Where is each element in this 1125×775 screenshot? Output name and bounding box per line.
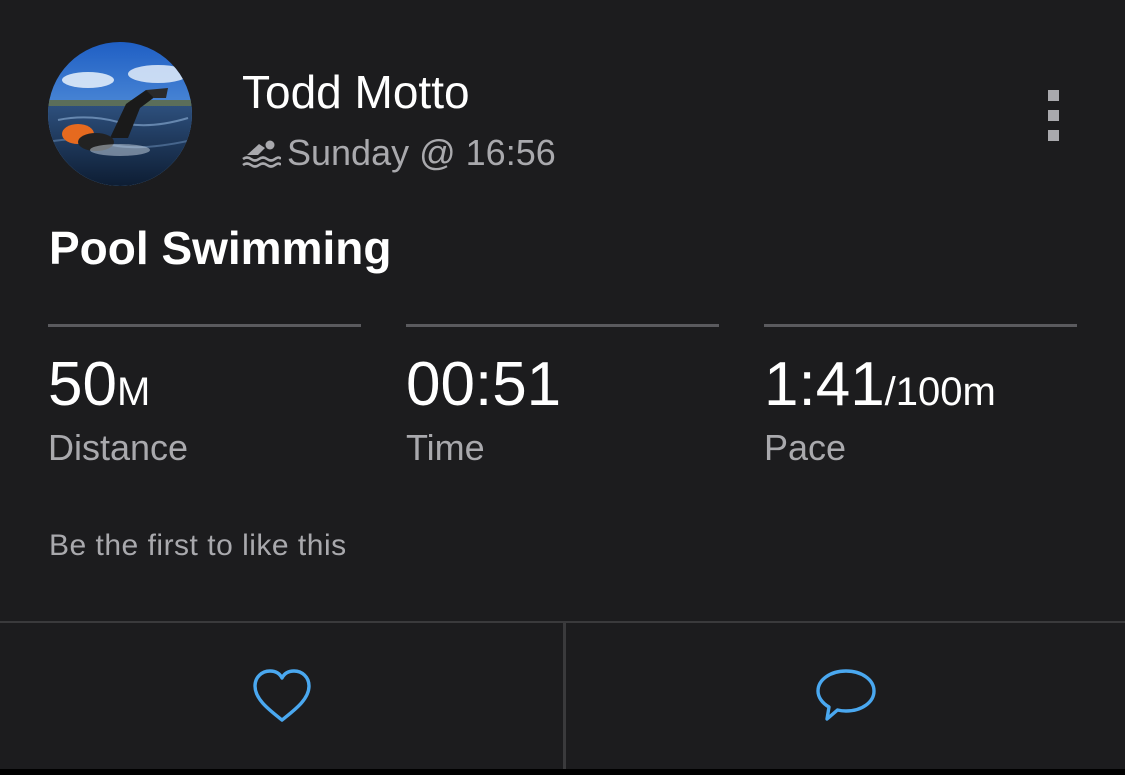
stat-unit: M <box>116 370 151 414</box>
likes-summary[interactable]: Be the first to like this <box>49 527 347 565</box>
comment-button[interactable] <box>566 623 1125 769</box>
swimmer-icon <box>242 140 281 168</box>
user-name[interactable]: Todd Motto <box>242 64 470 120</box>
menu-dot <box>1048 90 1059 101</box>
menu-dot <box>1048 110 1059 121</box>
activity-meta: Sunday @ 16:56 <box>241 130 556 176</box>
stat-label: Pace <box>764 427 847 468</box>
activity-title[interactable]: Pool Swimming <box>49 220 391 276</box>
stat-value: 00:51 <box>406 353 719 424</box>
avatar[interactable] <box>48 42 192 186</box>
stat-number: 50 <box>48 350 117 419</box>
activity-card: Todd Motto Sunday @ 16:56 Pool Swimming … <box>0 0 1125 775</box>
stat-unit: /100m <box>884 370 996 414</box>
heart-icon <box>252 669 311 722</box>
stat-pace: 1:41/100m Pace <box>764 324 1077 470</box>
action-bar <box>0 621 1125 771</box>
stat-distance: 50M Distance <box>48 324 361 470</box>
bottom-edge <box>0 769 1125 775</box>
avatar-photo <box>48 42 192 186</box>
stat-label: Distance <box>48 427 189 468</box>
more-options-button[interactable] <box>1036 86 1072 146</box>
stat-number: 1:41 <box>764 350 885 419</box>
activity-time: Sunday @ 16:56 <box>287 132 556 173</box>
stat-value: 1:41/100m <box>764 353 1077 424</box>
menu-dot <box>1048 130 1059 141</box>
stat-value: 50M <box>48 353 361 424</box>
stat-label: Time <box>406 427 485 468</box>
like-button[interactable] <box>0 623 563 769</box>
speech-bubble-icon <box>815 669 876 721</box>
stat-number: 00:51 <box>406 350 562 419</box>
stat-time: 00:51 Time <box>406 324 719 470</box>
